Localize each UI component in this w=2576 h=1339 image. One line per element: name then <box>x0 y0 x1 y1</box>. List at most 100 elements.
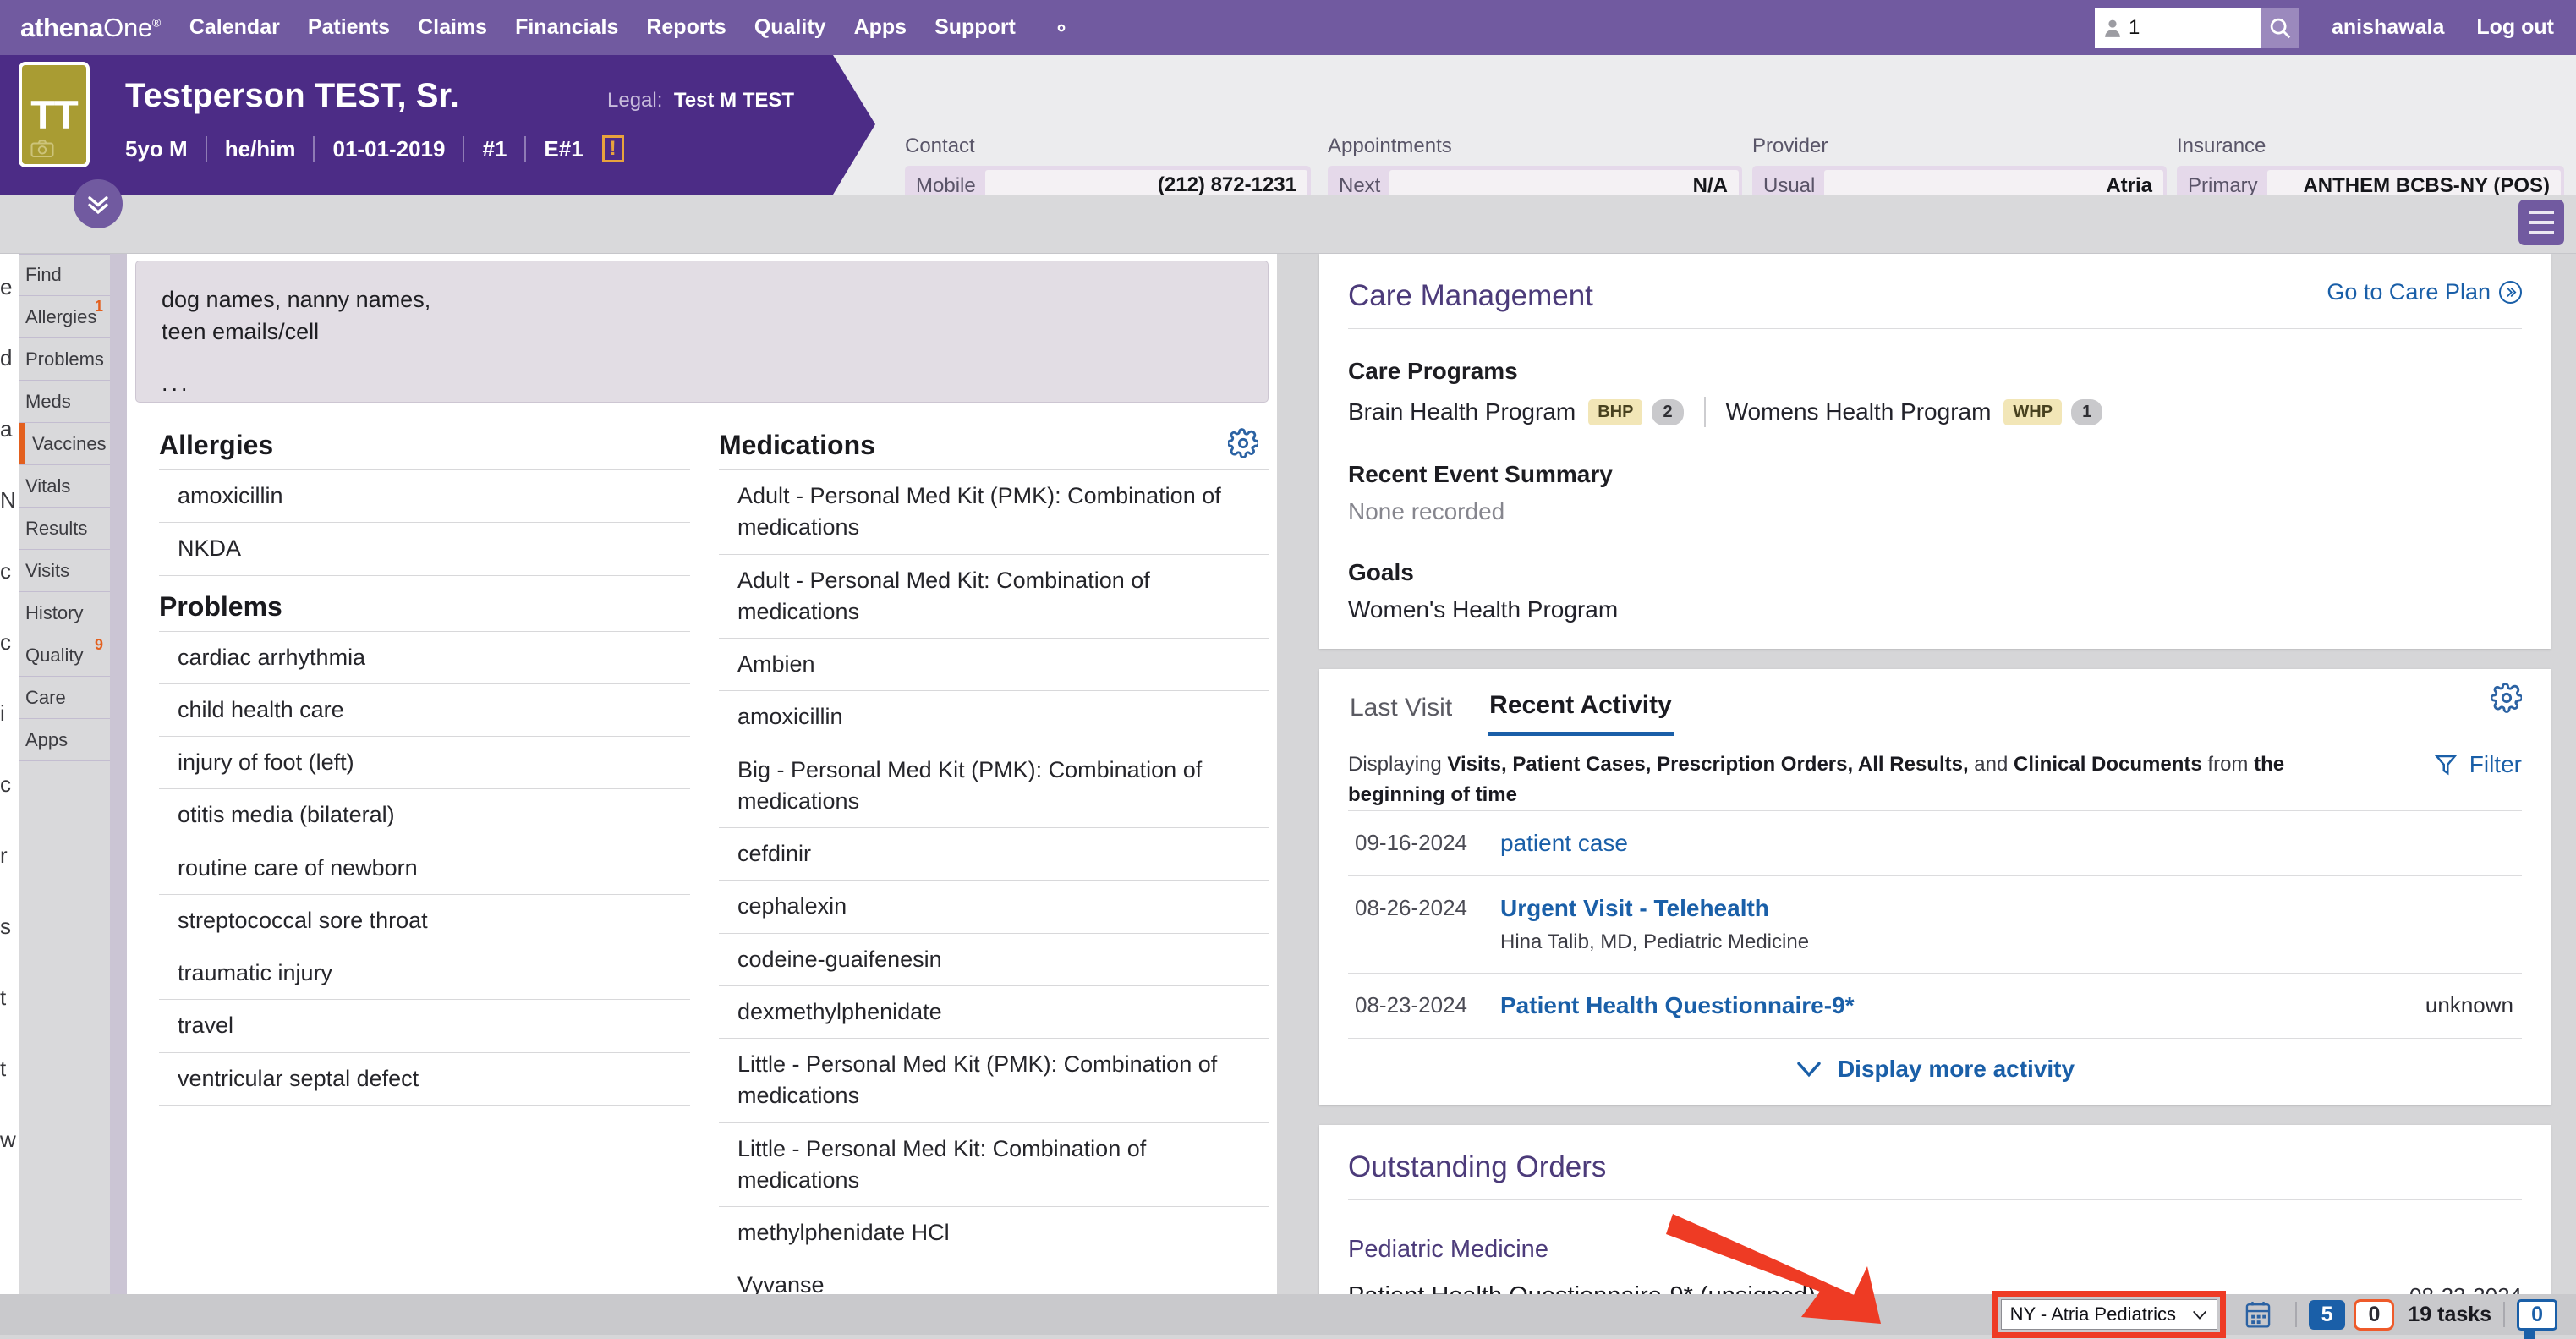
sidebar-item-label: Visits <box>19 560 69 582</box>
medication-item[interactable]: Little - Personal Med Kit (PMK): Combina… <box>719 1038 1269 1122</box>
chevron-double-down-icon[interactable] <box>74 179 123 228</box>
banner-group-label: Insurance <box>2177 134 2564 158</box>
calendar-icon[interactable] <box>2244 1300 2272 1329</box>
avatar[interactable]: TT <box>19 62 90 167</box>
medication-item[interactable]: cephalexin <box>719 880 1269 932</box>
department-select[interactable]: NY - Atria Pediatrics <box>2001 1299 2217 1330</box>
sidebar-item-problems[interactable]: Problems <box>19 338 110 381</box>
medication-item-label: Little - Personal Med Kit: Combination o… <box>737 1133 1269 1197</box>
chevron-down-icon <box>2191 1309 2208 1320</box>
allergy-item[interactable]: NKDA <box>159 522 690 575</box>
clipped-content-edge: edaNccicrsttw <box>0 254 19 1335</box>
allergy-item[interactable]: amoxicillin <box>159 469 690 522</box>
problem-item[interactable]: otitis media (bilateral) <box>159 788 690 841</box>
display-more-activity-button[interactable]: Display more activity <box>1348 1038 2522 1105</box>
care-program-name[interactable]: Brain Health Program <box>1348 398 1576 425</box>
link-label: Go to Care Plan <box>2327 279 2491 305</box>
tab-last-visit[interactable]: Last Visit <box>1348 689 1454 734</box>
sidebar-item-care[interactable]: Care <box>19 677 110 719</box>
sidebar-item-meds[interactable]: Meds <box>19 381 110 423</box>
medication-item[interactable]: methylphenidate HCl <box>719 1206 1269 1259</box>
nav-item-apps[interactable]: Apps <box>854 15 907 40</box>
nav-item-patients[interactable]: Patients <box>308 15 390 40</box>
medication-item[interactable]: amoxicillin <box>719 690 1269 743</box>
activity-tabs: Last Visit Recent Activity <box>1319 669 2551 736</box>
divider <box>313 136 315 162</box>
status-badge-orange[interactable]: 0 <box>2354 1299 2394 1331</box>
sidebar-item-results[interactable]: Results <box>19 508 110 550</box>
medication-item[interactable]: Big - Personal Med Kit (PMK): Combinatio… <box>719 744 1269 828</box>
medications-column: Medications Adult - Personal Med Kit (PM… <box>719 414 1277 1309</box>
nav-item-quality[interactable]: Quality <box>754 15 826 40</box>
search-input[interactable] <box>2129 11 2247 45</box>
clipped-text-fragment: c <box>0 771 11 798</box>
sidebar-item-vaccines[interactable]: Vaccines <box>19 423 110 465</box>
username-label[interactable]: anishawala <box>2332 15 2444 40</box>
patient-notes-box[interactable]: dog names, nanny names, teen emails/cell… <box>135 261 1269 403</box>
problem-item[interactable]: ventricular septal defect <box>159 1052 690 1106</box>
sidebar-item-quality[interactable]: Quality9 <box>19 634 110 677</box>
problem-item[interactable]: routine care of newborn <box>159 842 690 894</box>
nav-item-reports[interactable]: Reports <box>646 15 726 40</box>
brand-regular: One® <box>103 13 161 42</box>
tasks-count-label: 19 tasks <box>2408 1303 2491 1327</box>
medication-item[interactable]: dexmethylphenidate <box>719 985 1269 1038</box>
care-management-body: Care Programs Brain Health ProgramBHP2Wo… <box>1319 329 2551 649</box>
clipped-text-fragment: N <box>0 487 16 513</box>
sidebar-item-apps[interactable]: Apps <box>19 719 110 761</box>
clipped-text-fragment: a <box>0 416 12 442</box>
chat-badge[interactable]: 0 <box>2517 1299 2557 1331</box>
medication-item[interactable]: Adult - Personal Med Kit: Combination of… <box>719 554 1269 639</box>
bottom-status-bar: NY - Atria Pediatrics 5 0 19 tasks 0 <box>0 1294 2576 1335</box>
medication-item-label: codeine-guaifenesin <box>737 944 1269 975</box>
problem-item[interactable]: streptococcal sore throat <box>159 894 690 947</box>
sidebar-item-history[interactable]: History <box>19 592 110 634</box>
divider <box>463 136 464 162</box>
alert-exclamation-icon[interactable]: ! <box>602 135 624 162</box>
sidebar-item-vitals[interactable]: Vitals <box>19 465 110 508</box>
status-badge-blue[interactable]: 5 <box>2309 1300 2346 1330</box>
sidebar-item-label: Problems <box>19 348 104 370</box>
problem-item[interactable]: travel <box>159 999 690 1051</box>
care-management-title: Care Management <box>1348 279 1593 313</box>
sidebar-item-find[interactable]: Find <box>19 254 110 296</box>
search-input-wrapper[interactable] <box>2095 8 2261 48</box>
nav-item-claims[interactable]: Claims <box>418 15 487 40</box>
medication-item[interactable]: Ambien <box>719 638 1269 690</box>
problem-item[interactable]: child health care <box>159 683 690 736</box>
patient-banner-identity <box>0 55 875 195</box>
gear-icon[interactable] <box>1047 14 1076 42</box>
nav-item-financials[interactable]: Financials <box>515 15 618 40</box>
medication-item[interactable]: cefdinir <box>719 827 1269 880</box>
legal-value: Test M TEST <box>674 89 794 112</box>
medication-item[interactable]: Adult - Personal Med Kit (PMK): Combinat… <box>719 469 1269 554</box>
gear-icon[interactable] <box>1228 428 1258 458</box>
more-activity-label: Display more activity <box>1838 1056 2075 1083</box>
sidebar-item-allergies[interactable]: Allergies1 <box>19 296 110 338</box>
nav-item-calendar[interactable]: Calendar <box>189 15 280 40</box>
search-icon[interactable] <box>2261 8 2299 48</box>
activity-title-link[interactable]: patient case <box>1500 830 2513 857</box>
hamburger-menu-icon[interactable] <box>2518 200 2564 245</box>
logout-button[interactable]: Log out <box>2476 15 2554 40</box>
activity-title-link[interactable]: Patient Health Questionnaire-9* <box>1500 992 2425 1019</box>
filter-button[interactable]: Filter <box>2433 749 2522 778</box>
sidebar-item-visits[interactable]: Visits <box>19 550 110 592</box>
brand-trademark: ® <box>152 15 161 29</box>
problem-item[interactable]: cardiac arrhythmia <box>159 631 690 683</box>
tab-recent-activity[interactable]: Recent Activity <box>1488 686 1674 736</box>
problem-item[interactable]: injury of foot (left) <box>159 736 690 788</box>
chart-summary-pane: dog names, nanny names, teen emails/cell… <box>127 254 1277 1309</box>
outstanding-orders-title: Outstanding Orders <box>1348 1150 1606 1184</box>
camera-icon[interactable] <box>30 140 54 158</box>
gear-icon[interactable] <box>2491 683 2522 713</box>
athenaone-logo[interactable]: athenaOne® <box>20 13 161 43</box>
problem-item[interactable]: traumatic injury <box>159 947 690 999</box>
nav-item-support[interactable]: Support <box>934 15 1016 40</box>
care-program-name[interactable]: Womens Health Program <box>1726 398 1992 425</box>
activity-title-link[interactable]: Urgent Visit - Telehealth <box>1500 895 2513 922</box>
medication-item[interactable]: Little - Personal Med Kit: Combination o… <box>719 1122 1269 1207</box>
go-to-care-plan-link[interactable]: Go to Care Plan <box>2327 279 2522 305</box>
medication-item[interactable]: codeine-guaifenesin <box>719 933 1269 985</box>
activity-status: unknown <box>2425 992 2522 1018</box>
